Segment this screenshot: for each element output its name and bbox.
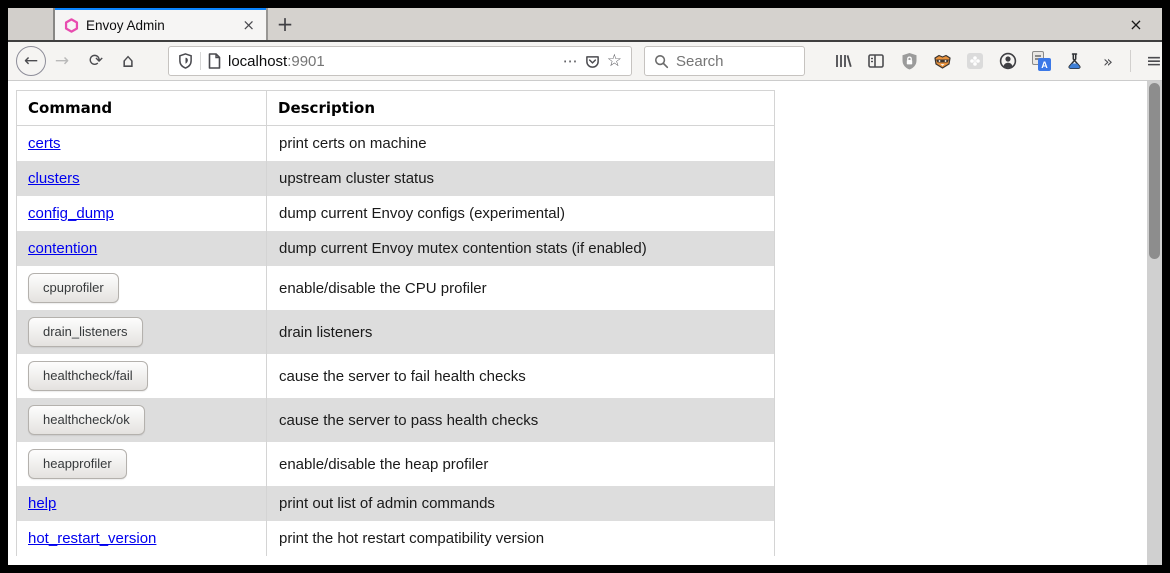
admin-table-body: certs print certs on machine clusters upstr… bbox=[17, 126, 775, 557]
table-row: contention dump current Envoy mutex conte… bbox=[17, 231, 775, 266]
url-host: localhost bbox=[228, 53, 287, 70]
table-row: cpuprofiler enable/disable the CPU profil… bbox=[17, 266, 775, 310]
navigation-toolbar: ← → ⟳ ⌂ localhost:9901 ⋯ ☆ bbox=[8, 42, 1162, 81]
admin-commands-table: Command Description certs print certs on … bbox=[16, 90, 775, 556]
command-cell: healthcheck/fail bbox=[17, 354, 267, 398]
tabbar-empty-space bbox=[304, 8, 1110, 40]
command-link-certs[interactable]: certs bbox=[28, 135, 61, 152]
command-button-heapprofiler[interactable]: heapprofiler bbox=[28, 449, 127, 479]
description-cell: upstream cluster status bbox=[267, 161, 775, 196]
table-row: certs print certs on machine bbox=[17, 126, 775, 162]
search-bar[interactable] bbox=[644, 46, 805, 76]
account-icon[interactable] bbox=[998, 51, 1018, 71]
command-cell: certs bbox=[17, 126, 267, 162]
tab-title: Envoy Admin bbox=[86, 18, 233, 33]
table-row: drain_listeners drain listeners bbox=[17, 310, 775, 354]
disabled-extension-icon[interactable] bbox=[965, 51, 985, 71]
description-cell: drain listeners bbox=[267, 310, 775, 354]
description-cell: print certs on machine bbox=[267, 126, 775, 162]
toolbar-icon-strip: A » ≡ bbox=[833, 50, 1164, 72]
page-actions-icon[interactable]: ⋯ bbox=[563, 52, 578, 70]
description-cell: dump current Envoy configs (experimental… bbox=[267, 196, 775, 231]
description-cell: enable/disable the heap profiler bbox=[267, 442, 775, 486]
flask-icon[interactable] bbox=[1064, 51, 1084, 71]
translate-badge: A bbox=[1038, 58, 1051, 71]
back-button[interactable]: ← bbox=[16, 46, 46, 76]
command-cell: help bbox=[17, 486, 267, 521]
scrollbar-thumb[interactable] bbox=[1149, 83, 1160, 259]
description-cell: cause the server to fail health checks bbox=[267, 354, 775, 398]
reload-button[interactable]: ⟳ bbox=[82, 47, 110, 75]
command-button-healthcheck/fail[interactable]: healthcheck/fail bbox=[28, 361, 148, 391]
tab-close-icon[interactable]: × bbox=[240, 16, 257, 34]
raccoon-icon[interactable] bbox=[932, 51, 952, 71]
forward-button[interactable]: → bbox=[48, 47, 76, 75]
urlbar-separator bbox=[200, 52, 201, 70]
url-port: :9901 bbox=[287, 53, 325, 70]
command-cell: cpuprofiler bbox=[17, 266, 267, 310]
description-cell: print out list of admin commands bbox=[267, 486, 775, 521]
command-link-contention[interactable]: contention bbox=[28, 240, 97, 257]
command-cell: config_dump bbox=[17, 196, 267, 231]
translate-icon[interactable]: A bbox=[1031, 51, 1051, 71]
page-content: Command Description certs print certs on … bbox=[8, 81, 1162, 565]
table-row: heapprofiler enable/disable the heap prof… bbox=[17, 442, 775, 486]
home-button[interactable]: ⌂ bbox=[114, 47, 142, 75]
url-bar[interactable]: localhost:9901 ⋯ ☆ bbox=[168, 46, 632, 76]
description-cell: print the hot restart compatibility vers… bbox=[267, 521, 775, 556]
pocket-icon[interactable] bbox=[585, 54, 600, 69]
table-row: config_dump dump current Envoy configs (e… bbox=[17, 196, 775, 231]
table-row: help print out list of admin commands bbox=[17, 486, 775, 521]
library-icon[interactable] bbox=[833, 51, 853, 71]
envoy-hexagon-icon bbox=[64, 18, 79, 33]
column-header-description: Description bbox=[267, 91, 775, 126]
table-row: healthcheck/fail cause the server to fail… bbox=[17, 354, 775, 398]
page-scrollbar[interactable] bbox=[1147, 81, 1162, 565]
new-tab-button[interactable]: + bbox=[266, 8, 304, 40]
command-link-config_dump[interactable]: config_dump bbox=[28, 205, 114, 222]
page-icon[interactable] bbox=[208, 53, 221, 69]
tab-envoy-admin[interactable]: Envoy Admin × bbox=[55, 8, 266, 40]
command-link-help[interactable]: help bbox=[28, 495, 56, 512]
bookmark-star-icon[interactable]: ☆ bbox=[607, 51, 622, 71]
command-button-healthcheck/ok[interactable]: healthcheck/ok bbox=[28, 405, 145, 435]
table-row: hot_restart_version print the hot restart… bbox=[17, 521, 775, 556]
sidebar-icon[interactable] bbox=[866, 51, 886, 71]
command-link-clusters[interactable]: clusters bbox=[28, 170, 80, 187]
column-header-command: Command bbox=[17, 91, 267, 126]
command-cell: drain_listeners bbox=[17, 310, 267, 354]
tracking-shield-icon[interactable] bbox=[178, 53, 193, 69]
browser-window: Envoy Admin × + × ← → ⟳ ⌂ localhost:9901… bbox=[8, 8, 1162, 565]
command-button-cpuprofiler[interactable]: cpuprofiler bbox=[28, 273, 119, 303]
table-row: clusters upstream cluster status bbox=[17, 161, 775, 196]
table-header-row: Command Description bbox=[17, 91, 775, 126]
url-text: localhost:9901 bbox=[228, 53, 556, 70]
command-cell: healthcheck/ok bbox=[17, 398, 267, 442]
command-cell: heapprofiler bbox=[17, 442, 267, 486]
search-input[interactable] bbox=[676, 53, 795, 70]
overflow-chevron-icon[interactable]: » bbox=[1097, 51, 1117, 71]
command-button-drain_listeners[interactable]: drain_listeners bbox=[28, 317, 143, 347]
titlebar-spacer bbox=[8, 8, 55, 40]
description-cell: cause the server to pass health checks bbox=[267, 398, 775, 442]
command-link-hot_restart_version[interactable]: hot_restart_version bbox=[28, 530, 156, 547]
toolbar-separator bbox=[1130, 50, 1131, 72]
description-cell: dump current Envoy mutex contention stat… bbox=[267, 231, 775, 266]
window-close-icon[interactable]: × bbox=[1110, 8, 1162, 40]
hamburger-menu-icon[interactable]: ≡ bbox=[1144, 51, 1164, 71]
command-cell: clusters bbox=[17, 161, 267, 196]
magnifier-icon bbox=[654, 54, 669, 69]
command-cell: contention bbox=[17, 231, 267, 266]
table-row: healthcheck/ok cause the server to pass h… bbox=[17, 398, 775, 442]
tab-bar: Envoy Admin × + × bbox=[8, 8, 1162, 42]
command-cell: hot_restart_version bbox=[17, 521, 267, 556]
shield-lock-icon[interactable] bbox=[899, 51, 919, 71]
description-cell: enable/disable the CPU profiler bbox=[267, 266, 775, 310]
